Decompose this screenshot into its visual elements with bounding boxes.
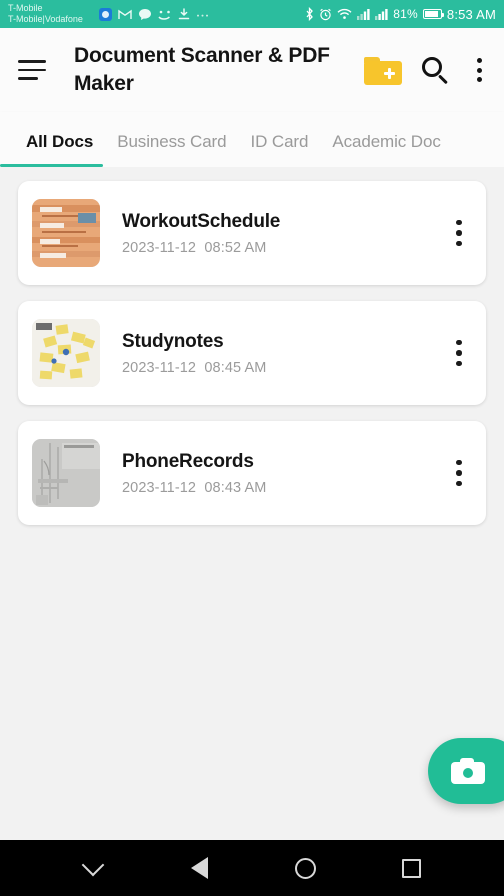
arabic-app-icon	[158, 9, 172, 20]
tab-all-docs[interactable]: All Docs	[14, 132, 105, 167]
document-info: Studynotes 2023-11-12 08:45 AM	[122, 331, 448, 376]
grayscale-document-thumbnail	[32, 439, 100, 507]
document-name: Studynotes	[122, 330, 224, 352]
battery-percent-label: 81%	[393, 7, 418, 21]
folder-add-icon[interactable]	[364, 55, 402, 85]
table-row[interactable]: Studynotes 2023-11-12 08:45 AM	[18, 301, 486, 405]
camera-fab-button[interactable]	[428, 738, 504, 804]
blue-badge-icon	[98, 7, 112, 21]
tab-bar: All Docs Business Card ID Card Academic …	[0, 112, 504, 167]
clock-label: 8:53 AM	[446, 6, 496, 22]
bluetooth-icon	[305, 7, 314, 21]
table-row[interactable]: PhoneRecords 2023-11-12 08:43 AM	[18, 421, 486, 525]
app-bar: Document Scanner & PDF Maker	[0, 28, 504, 112]
tab-academic-doc[interactable]: Academic Doc	[320, 132, 452, 167]
download-icon	[178, 8, 190, 20]
document-time: 08:45 AM	[204, 359, 267, 376]
hamburger-menu-icon[interactable]	[18, 55, 52, 85]
document-date: 2023-11-12	[122, 239, 197, 256]
camera-icon	[451, 758, 485, 784]
tab-id-card[interactable]: ID Card	[238, 132, 320, 167]
document-info: WorkoutSchedule 2023-11-12 08:52 AM	[122, 211, 448, 256]
overflow-menu-icon[interactable]	[448, 453, 470, 493]
status-right-icons: 81% 8:53 AM	[305, 7, 496, 22]
yellow-sticky-notes-thumbnail	[32, 319, 100, 387]
document-name: PhoneRecords	[122, 450, 254, 472]
signal-sim2-icon	[375, 8, 388, 20]
overflow-menu-icon[interactable]	[448, 213, 470, 253]
chevron-down-icon[interactable]	[71, 846, 115, 890]
orange-document-thumbnail	[32, 199, 100, 267]
document-name: WorkoutSchedule	[122, 210, 281, 232]
battery-icon	[422, 9, 444, 19]
notification-icons	[98, 7, 209, 21]
carrier-line-1: T-Mobile	[8, 3, 43, 13]
page-title: Document Scanner & PDF Maker	[74, 44, 330, 95]
gmail-icon	[118, 9, 132, 20]
app-bar-actions	[364, 55, 490, 85]
document-timestamp: 2023-11-12 08:45 AM	[122, 360, 448, 376]
document-date: 2023-11-12	[122, 479, 197, 496]
home-icon[interactable]	[283, 846, 327, 890]
carrier-line-2: T-Mobile|Vodafone	[8, 14, 83, 24]
signal-sim1-icon	[357, 8, 370, 20]
document-info: PhoneRecords 2023-11-12 08:43 AM	[122, 451, 448, 496]
overflow-menu-icon[interactable]	[448, 333, 470, 373]
carrier-label: T-Mobile T-Mobile|Vodafone	[8, 3, 83, 25]
table-row[interactable]: WorkoutSchedule 2023-11-12 08:52 AM	[18, 181, 486, 285]
recents-icon[interactable]	[389, 846, 433, 890]
chat-bubble-icon	[138, 8, 152, 21]
document-timestamp: 2023-11-12 08:52 AM	[122, 240, 448, 256]
tab-business-card[interactable]: Business Card	[105, 132, 238, 167]
alarm-icon	[319, 8, 332, 21]
status-bar: T-Mobile T-Mobile|Vodafone 81% 8:53 AM	[0, 0, 504, 28]
system-navigation-bar	[0, 840, 504, 896]
document-date: 2023-11-12	[122, 359, 197, 376]
document-time: 08:43 AM	[204, 479, 267, 496]
back-icon[interactable]	[177, 846, 221, 890]
search-icon[interactable]	[420, 55, 450, 85]
document-time: 08:52 AM	[204, 239, 267, 256]
more-notifications-icon	[196, 12, 209, 17]
overflow-menu-icon[interactable]	[468, 55, 490, 85]
wifi-icon	[337, 8, 352, 20]
document-timestamp: 2023-11-12 08:43 AM	[122, 480, 448, 496]
document-list: WorkoutSchedule 2023-11-12 08:52 AM Stud…	[0, 167, 504, 840]
